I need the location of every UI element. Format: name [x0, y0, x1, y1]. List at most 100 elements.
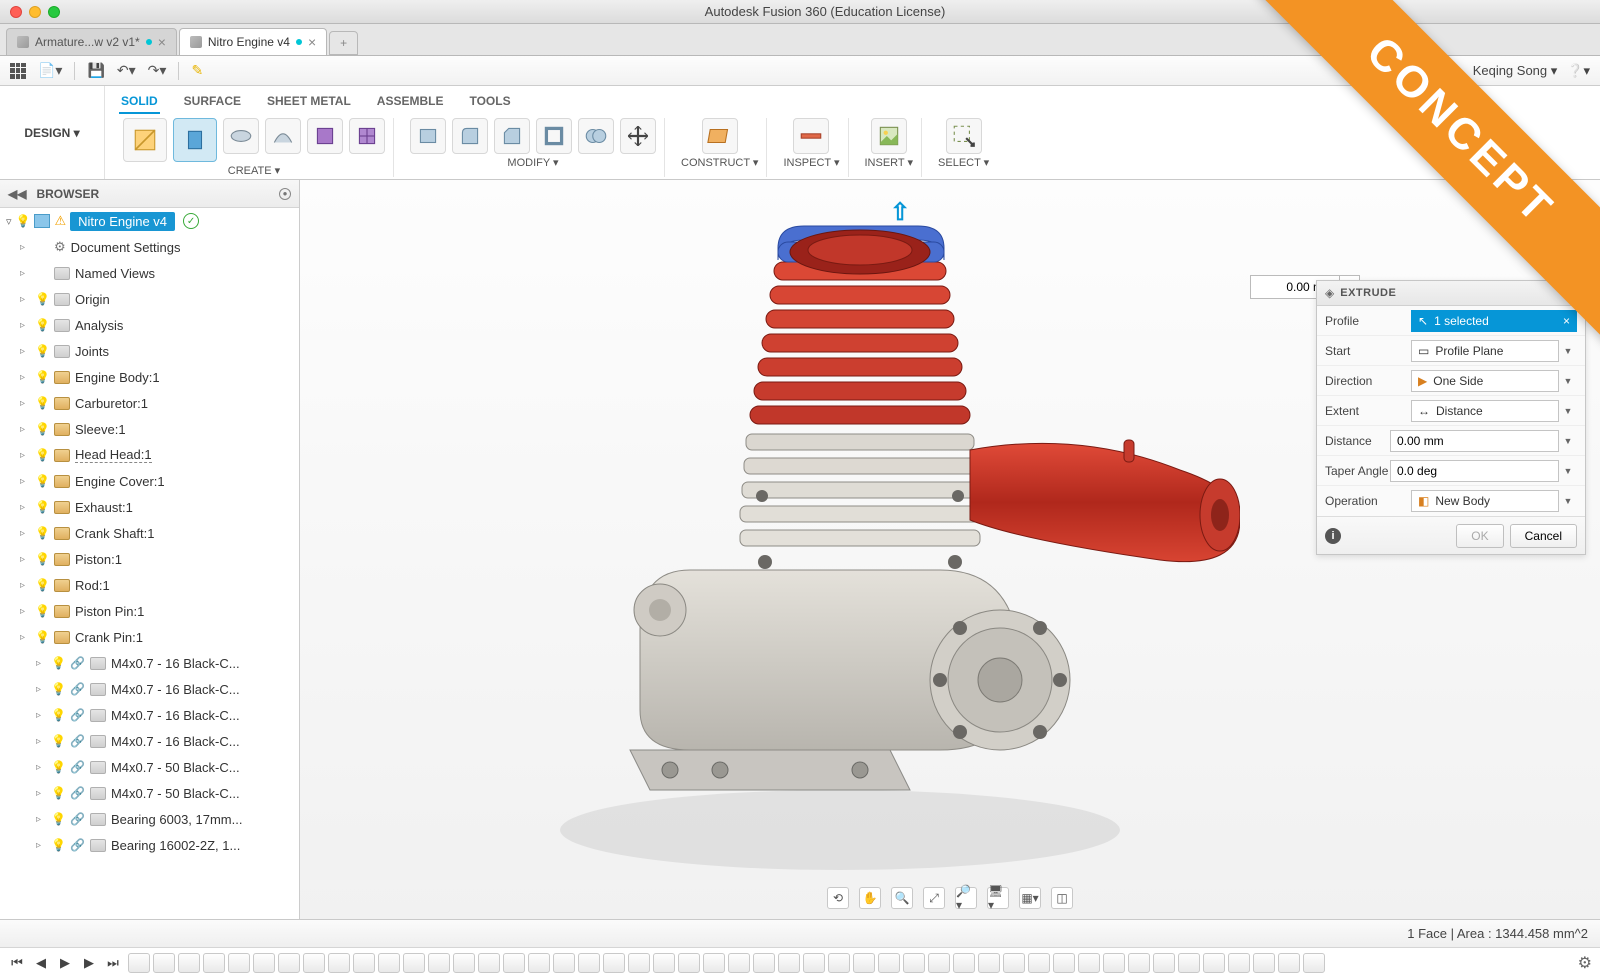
- browser-item[interactable]: ▹💡Rod:1: [0, 572, 299, 598]
- construct-plane-icon[interactable]: [702, 118, 738, 154]
- timeline-feature[interactable]: [528, 953, 550, 973]
- browser-item[interactable]: ▹Named Views: [0, 260, 299, 286]
- close-window-button[interactable]: [10, 6, 22, 18]
- timeline-feature[interactable]: [828, 953, 850, 973]
- user-menu[interactable]: Keqing Song ▾: [1473, 63, 1558, 79]
- timeline-end-icon[interactable]: ⏭: [104, 954, 122, 972]
- timeline-next-icon[interactable]: ▶: [80, 954, 98, 972]
- browser-item[interactable]: ▹💡Analysis: [0, 312, 299, 338]
- timeline-feature[interactable]: [1228, 953, 1250, 973]
- activate-check-icon[interactable]: ✓: [183, 213, 199, 229]
- expand-icon[interactable]: ▹: [20, 372, 30, 383]
- browser-item[interactable]: ▹💡🔗Bearing 6003, 17mm...: [0, 806, 299, 832]
- taper-input[interactable]: [1390, 460, 1559, 482]
- timeline-feature[interactable]: [478, 953, 500, 973]
- expand-icon[interactable]: ▹: [20, 554, 30, 565]
- expand-icon[interactable]: ▹: [20, 268, 30, 279]
- extent-dropdown[interactable]: ↔Distance: [1411, 400, 1559, 422]
- loft-icon[interactable]: [307, 118, 343, 154]
- maximize-window-button[interactable]: [48, 6, 60, 18]
- visibility-bulb-icon[interactable]: 💡: [35, 318, 49, 332]
- orbit-icon[interactable]: ⟲: [827, 887, 849, 909]
- timeline-feature[interactable]: [778, 953, 800, 973]
- timeline-feature[interactable]: [1303, 953, 1325, 973]
- timeline-feature[interactable]: [1103, 953, 1125, 973]
- move-icon[interactable]: [620, 118, 656, 154]
- expand-icon[interactable]: ▹: [36, 658, 46, 669]
- insert-icon[interactable]: [871, 118, 907, 154]
- ribbon-tab-solid[interactable]: SOLID: [119, 90, 160, 114]
- panel-header[interactable]: ◈ EXTRUDE: [1317, 281, 1585, 306]
- timeline-feature[interactable]: [1278, 953, 1300, 973]
- visibility-bulb-icon[interactable]: 💡: [35, 422, 49, 436]
- browser-item[interactable]: ▹💡Piston Pin:1: [0, 598, 299, 624]
- cancel-button[interactable]: Cancel: [1510, 524, 1577, 548]
- browser-item[interactable]: ▹💡Crank Shaft:1: [0, 520, 299, 546]
- expand-icon[interactable]: ▹: [36, 788, 46, 799]
- timeline-feature[interactable]: [553, 953, 575, 973]
- undo-button[interactable]: ↶▾: [117, 62, 136, 79]
- select-icon[interactable]: [946, 118, 982, 154]
- data-panel-button[interactable]: [10, 63, 26, 79]
- visibility-bulb-icon[interactable]: 💡: [51, 838, 65, 852]
- timeline-feature[interactable]: [928, 953, 950, 973]
- timeline-feature[interactable]: [353, 953, 375, 973]
- visibility-bulb-icon[interactable]: 💡: [35, 552, 49, 566]
- timeline-feature[interactable]: [328, 953, 350, 973]
- workspace-switcher[interactable]: DESIGN ▾: [0, 86, 105, 179]
- timeline-feature[interactable]: [503, 953, 525, 973]
- browser-item[interactable]: ▹💡Crank Pin:1: [0, 624, 299, 650]
- expand-icon[interactable]: ▹: [20, 632, 30, 643]
- timeline-feature[interactable]: [428, 953, 450, 973]
- ribbon-tab-sheet-metal[interactable]: SHEET METAL: [265, 90, 353, 114]
- close-tab-icon[interactable]: ×: [308, 34, 316, 50]
- expand-icon[interactable]: ▹: [20, 320, 30, 331]
- grid-icon[interactable]: ▦▾: [1019, 887, 1041, 909]
- profile-selector[interactable]: ↖1 selected×: [1411, 310, 1577, 332]
- expand-icon[interactable]: ▹: [36, 814, 46, 825]
- expand-icon[interactable]: ▹: [20, 424, 30, 435]
- timeline-feature[interactable]: [403, 953, 425, 973]
- zoom-icon[interactable]: 🔍: [891, 887, 913, 909]
- browser-item[interactable]: ▹💡Origin: [0, 286, 299, 312]
- ribbon-tab-assemble[interactable]: ASSEMBLE: [375, 90, 446, 114]
- timeline-feature[interactable]: [1128, 953, 1150, 973]
- visibility-bulb-icon[interactable]: 💡: [35, 474, 49, 488]
- timeline-feature[interactable]: [853, 953, 875, 973]
- start-dropdown[interactable]: ▭Profile Plane: [1411, 340, 1559, 362]
- timeline-feature[interactable]: [203, 953, 225, 973]
- timeline-feature[interactable]: [1253, 953, 1275, 973]
- visibility-bulb-icon[interactable]: 💡: [51, 786, 65, 800]
- timeline-settings-icon[interactable]: ⚙: [1578, 953, 1592, 973]
- expand-icon[interactable]: ▹: [36, 762, 46, 773]
- expand-icon[interactable]: ▹: [36, 840, 46, 851]
- timeline-feature[interactable]: [153, 953, 175, 973]
- visibility-bulb-icon[interactable]: 💡: [35, 448, 49, 462]
- chamfer-icon[interactable]: [494, 118, 530, 154]
- visibility-bulb-icon[interactable]: 💡: [35, 396, 49, 410]
- visibility-bulb-icon[interactable]: 💡: [51, 812, 65, 826]
- expand-icon[interactable]: ▹: [36, 736, 46, 747]
- visibility-bulb-icon[interactable]: 💡: [35, 578, 49, 592]
- press-pull-icon[interactable]: [410, 118, 446, 154]
- close-tab-icon[interactable]: ×: [158, 34, 166, 50]
- ok-button[interactable]: OK: [1456, 524, 1503, 548]
- shell-icon[interactable]: [536, 118, 572, 154]
- browser-item[interactable]: ▹💡🔗M4x0.7 - 16 Black-C...: [0, 702, 299, 728]
- timeline-feature[interactable]: [178, 953, 200, 973]
- document-tab-nitro-engine[interactable]: Nitro Engine v4 ×: [179, 28, 327, 55]
- extrude-direction-arrow[interactable]: ⇧: [890, 198, 910, 227]
- sketch-icon[interactable]: [123, 118, 167, 162]
- timeline-feature[interactable]: [753, 953, 775, 973]
- expand-icon[interactable]: ▹: [20, 398, 30, 409]
- timeline-feature[interactable]: [578, 953, 600, 973]
- clear-selection-icon[interactable]: ×: [1563, 314, 1570, 328]
- timeline-feature[interactable]: [678, 953, 700, 973]
- timeline-start-icon[interactable]: ⏮: [8, 954, 26, 972]
- browser-item[interactable]: ▹💡🔗Bearing 16002-2Z, 1...: [0, 832, 299, 858]
- timeline-feature[interactable]: [128, 953, 150, 973]
- fit-icon[interactable]: ⤢: [923, 887, 945, 909]
- visibility-bulb-icon[interactable]: 💡: [51, 708, 65, 722]
- visibility-bulb-icon[interactable]: 💡: [35, 344, 49, 358]
- timeline-feature[interactable]: [803, 953, 825, 973]
